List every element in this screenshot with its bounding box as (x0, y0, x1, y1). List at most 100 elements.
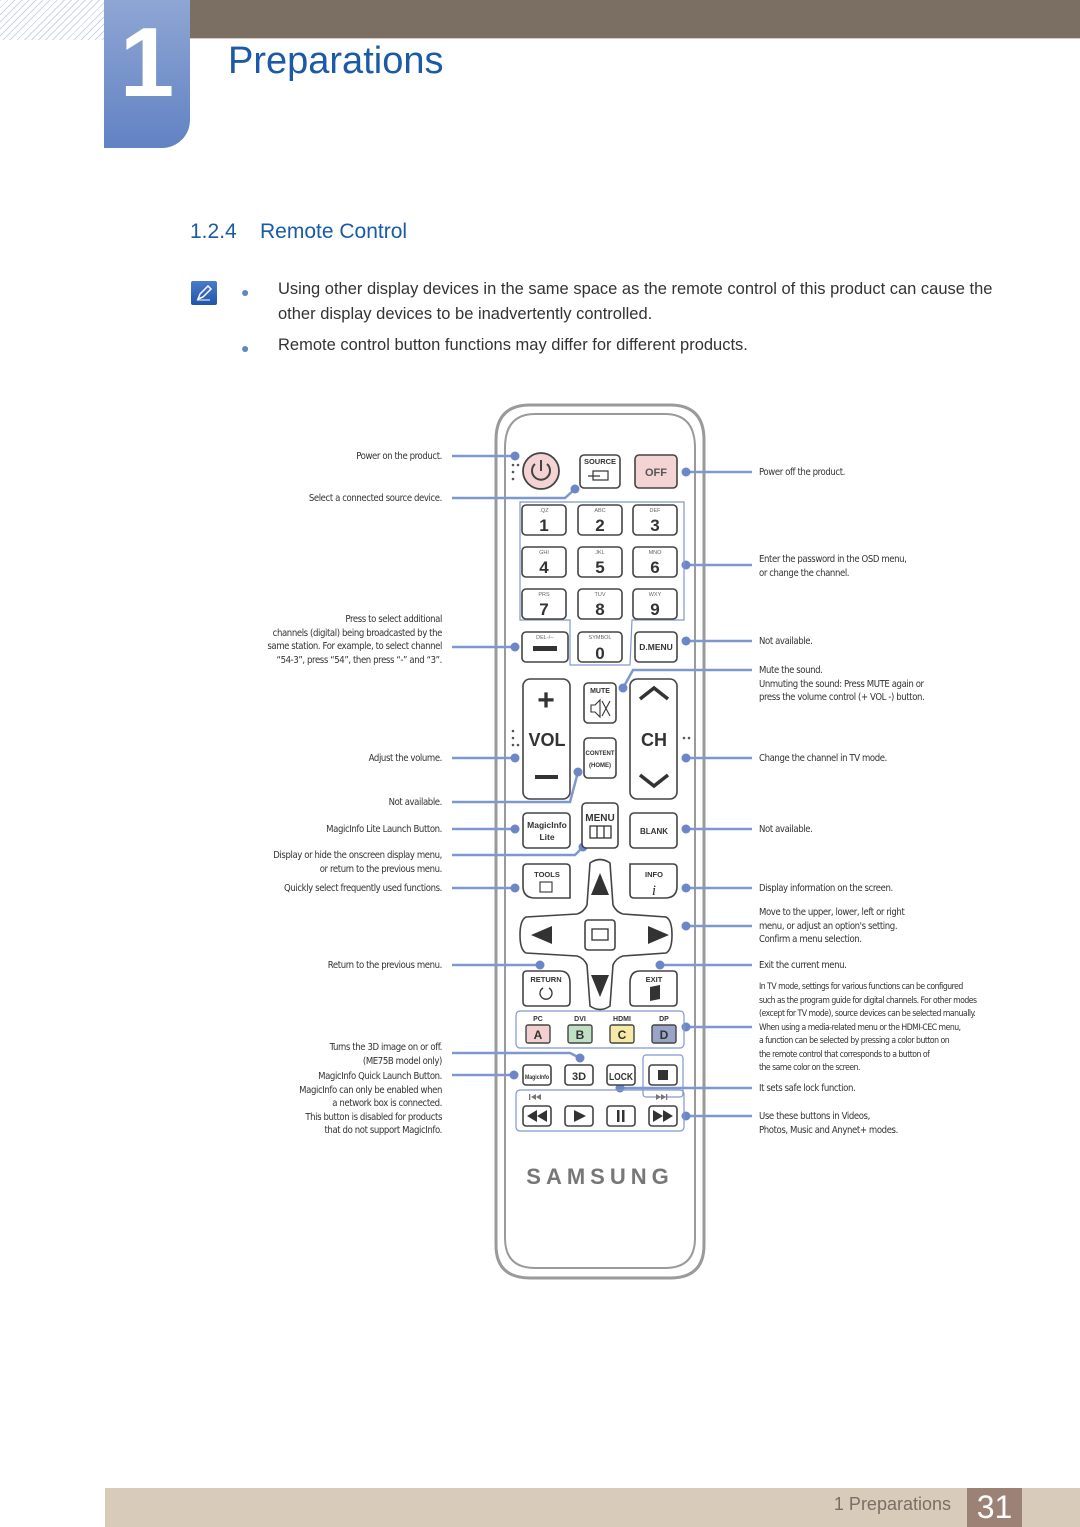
color-key-letter: B (576, 1028, 585, 1042)
callout-del: Press to select additional channels (dig… (267, 614, 442, 666)
callout-dpad: Move to the upper, lower, left or right … (759, 907, 905, 946)
callout-dot (681, 753, 691, 763)
content-label: CONTENT (586, 751, 615, 757)
magicinfo-lite-label: MagicInfo (527, 820, 567, 830)
callout-menu: Display or hide the onscreen display men… (273, 850, 442, 875)
skip-forward-icon (656, 1094, 668, 1100)
color-key-label: DP (659, 1016, 669, 1023)
key-digit: 5 (595, 558, 604, 577)
dmenu-label: D.MENU (639, 642, 673, 652)
footer-chapter-label: 1 Preparations (833, 1494, 951, 1514)
callout-dot (575, 1053, 585, 1063)
callout-numbers: Enter the password in the OSD menu, or c… (759, 554, 907, 579)
key-digit: 2 (595, 516, 604, 535)
callout-dot (681, 1022, 691, 1032)
callout-line (452, 488, 576, 500)
key-digit: 8 (595, 600, 604, 619)
magicinfo-lite-button[interactable] (522, 812, 571, 849)
content-home-button[interactable] (583, 737, 617, 779)
off-label: OFF (645, 467, 667, 479)
key-digit: 7 (539, 600, 548, 619)
callout-3d: Turns the 3D image on or off. (ME75B mod… (329, 1042, 443, 1067)
del-label: DEL-/-- (536, 635, 554, 641)
return-label: RETURN (530, 975, 561, 984)
key-digit: 9 (650, 600, 659, 619)
color-key-label: DVI (574, 1016, 586, 1023)
volume-down-icon (535, 775, 558, 779)
callout-dot (510, 753, 520, 763)
callout-dot (681, 467, 691, 477)
callout-dot (681, 921, 691, 931)
callout-blank: Not available. (759, 824, 813, 835)
magicinfo-lite-label-2: Lite (539, 832, 554, 842)
callout-dmenu: Not available. (759, 636, 813, 647)
exit-label: EXIT (646, 975, 663, 984)
callout-line (452, 1051, 581, 1060)
page-number: 31 (967, 1488, 1022, 1527)
callout-dot (535, 960, 545, 970)
key-letters: DEF (650, 508, 662, 514)
source-label: SOURCE (584, 457, 616, 466)
home-label: (HOME) (589, 763, 611, 769)
vol-label: VOL (528, 730, 565, 750)
key-letters: GHI (539, 550, 549, 556)
magicinfo-label: MagicInfo (525, 1074, 549, 1081)
key-letters: WXY (649, 592, 662, 598)
callout-dot (510, 824, 520, 834)
exit-icon (650, 985, 660, 1001)
key-letters: ABC (594, 508, 605, 514)
enter-button[interactable] (584, 919, 616, 951)
remote-control-diagram: SOURCE OFF .QZ1ABC2DEF3GHI4JKL5MNO6PRS7T… (452, 403, 752, 1280)
callout-dot (681, 560, 691, 570)
color-key-letter: D (660, 1028, 669, 1042)
key-digit: 6 (650, 558, 659, 577)
callout-dot (681, 1111, 691, 1121)
pause-button[interactable] (606, 1105, 636, 1127)
callout-magicinfo: MagicInfo Quick Launch Button. MagicInfo… (299, 1071, 442, 1137)
callout-exit: Exit the current menu. (759, 960, 847, 971)
key-letters: MNO (649, 550, 663, 556)
callout-power-on: Power on the product. (356, 451, 442, 462)
menu-label: MENU (585, 813, 614, 824)
footer-bar: 1 Preparations (105, 1488, 967, 1527)
callout-dot (570, 484, 580, 494)
key-letters: JKL (595, 550, 604, 556)
callout-volume: Adjust the volume. (368, 753, 443, 764)
color-key-letter: C (618, 1028, 627, 1042)
callout-dot (510, 883, 520, 893)
lock-label: LOCK (609, 1072, 634, 1083)
callout-dot (510, 451, 520, 461)
skip-back-icon (529, 1094, 541, 1100)
callout-dot (573, 767, 583, 777)
samsung-logo: SAMSUNG (526, 1164, 673, 1189)
callout-return: Return to the previous menu. (327, 960, 443, 971)
callout-dot (618, 683, 628, 693)
color-key-label: HDMI (613, 1016, 631, 1023)
info-icon: i (652, 883, 656, 899)
callout-tools: Quickly select frequently used functions… (284, 883, 442, 894)
key-letters: .QZ (539, 508, 549, 514)
key-letters: TUV (595, 592, 606, 598)
zero-digit: 0 (595, 644, 604, 663)
blank-label: BLANK (640, 827, 668, 836)
callout-dot (681, 824, 691, 834)
tools-label: TOOLS (534, 870, 560, 879)
callout-info: Display information on the screen. (759, 883, 893, 894)
callout-dot (681, 636, 691, 646)
ch-label: CH (641, 730, 667, 750)
dash-icon (533, 646, 557, 651)
key-letters: PRS (538, 592, 550, 598)
callout-dot (655, 960, 665, 970)
callout-channel: Change the channel in TV mode. (759, 753, 887, 764)
callout-dot (509, 1070, 519, 1080)
key-digit: 1 (539, 516, 548, 535)
stop-icon (658, 1070, 668, 1080)
callout-dot (681, 883, 691, 893)
info-label: INFO (645, 870, 663, 879)
callout-color-buttons: In TV mode, settings for various functio… (759, 982, 977, 1073)
callout-mute: Mute the sound. Unmuting the sound: Pres… (759, 665, 925, 704)
callout-content: Not available. (388, 797, 443, 808)
key-digit: 4 (539, 558, 549, 577)
color-key-letter: A (534, 1028, 543, 1042)
callout-magicinfo-lite: MagicInfo Lite Launch Button. (326, 824, 442, 835)
